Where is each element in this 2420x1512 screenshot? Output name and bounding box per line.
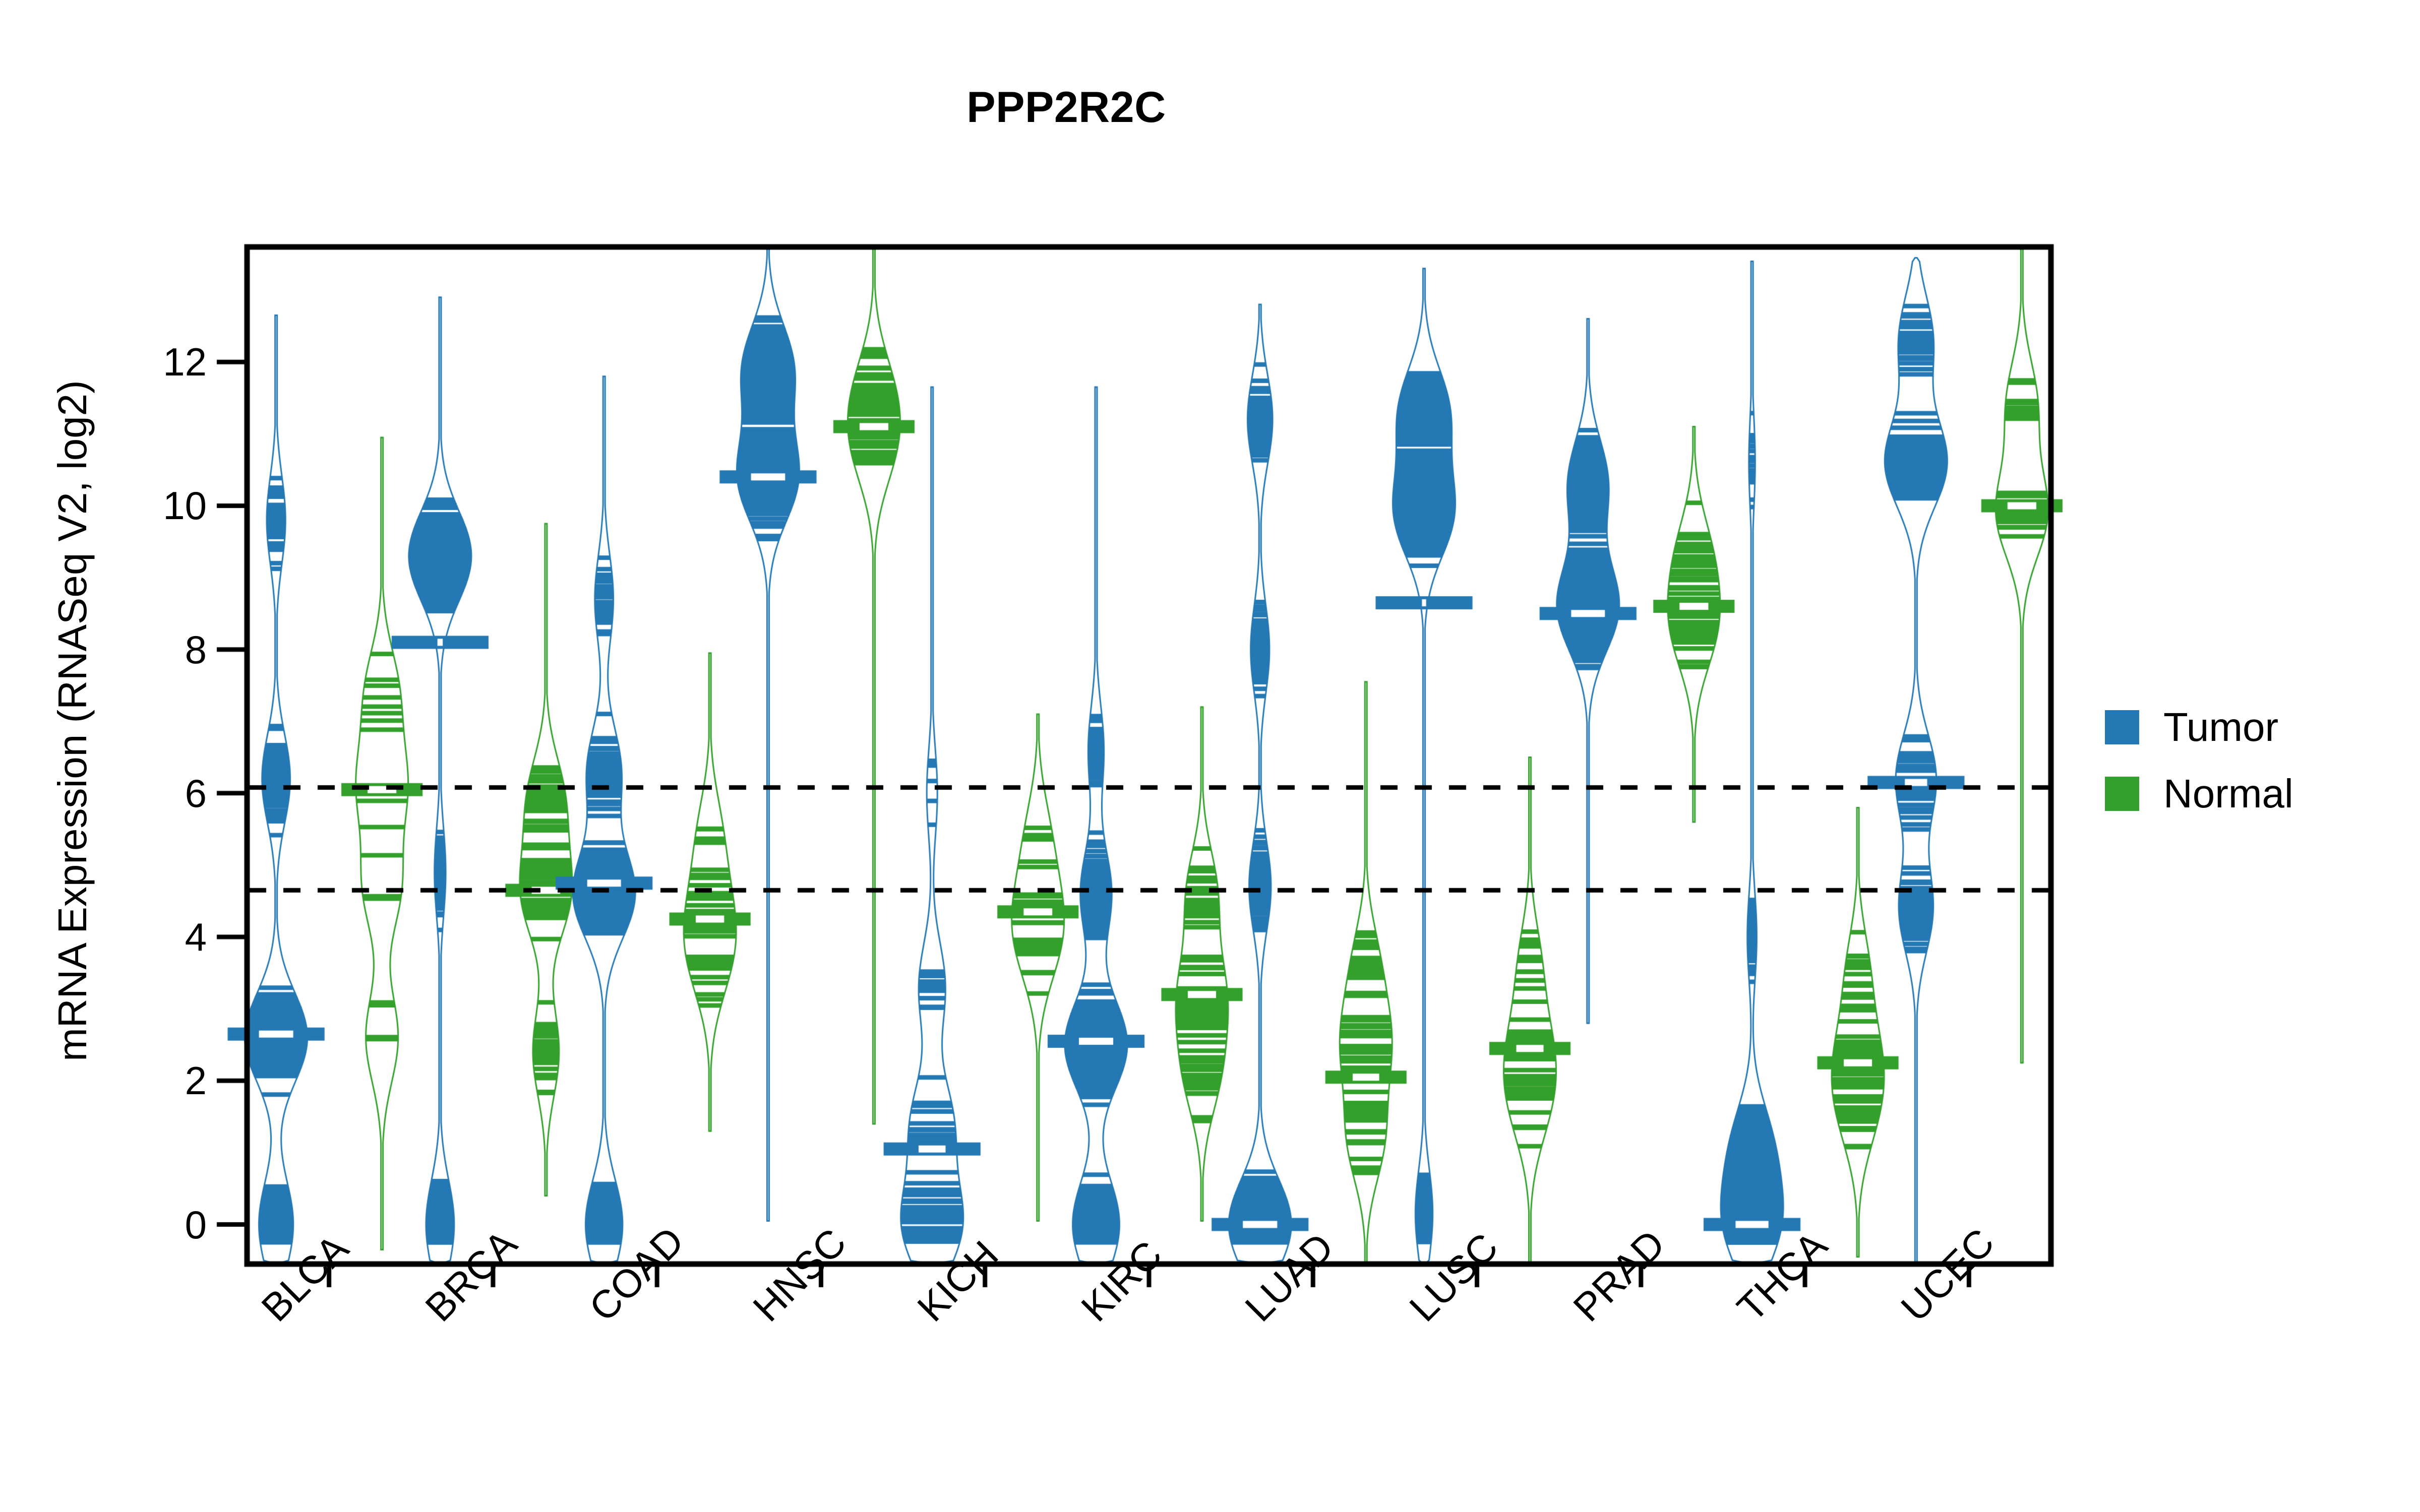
legend-swatch-icon: [2105, 710, 2139, 744]
y-tick-label: 8: [185, 627, 207, 672]
legend-item-label: Tumor: [2163, 705, 2279, 749]
plot-area: [0, 0, 2420, 1512]
legend-item[interactable]: Normal: [2105, 772, 2293, 815]
y-tick-label: 10: [163, 483, 207, 528]
violin-plot-figure: PPP2R2C mRNA Expression (RNASeq V2, log2…: [0, 0, 2420, 1512]
y-tick-label: 4: [185, 915, 207, 960]
legend-item[interactable]: Tumor: [2105, 706, 2293, 749]
y-tick-label: 12: [163, 340, 207, 385]
y-tick-label: 0: [185, 1202, 207, 1247]
legend-item-label: Normal: [2163, 771, 2293, 816]
y-tick-label: 6: [185, 771, 207, 815]
y-tick-label: 2: [185, 1058, 207, 1103]
legend-swatch-icon: [2105, 777, 2139, 811]
legend: Tumor Normal: [2105, 706, 2293, 815]
